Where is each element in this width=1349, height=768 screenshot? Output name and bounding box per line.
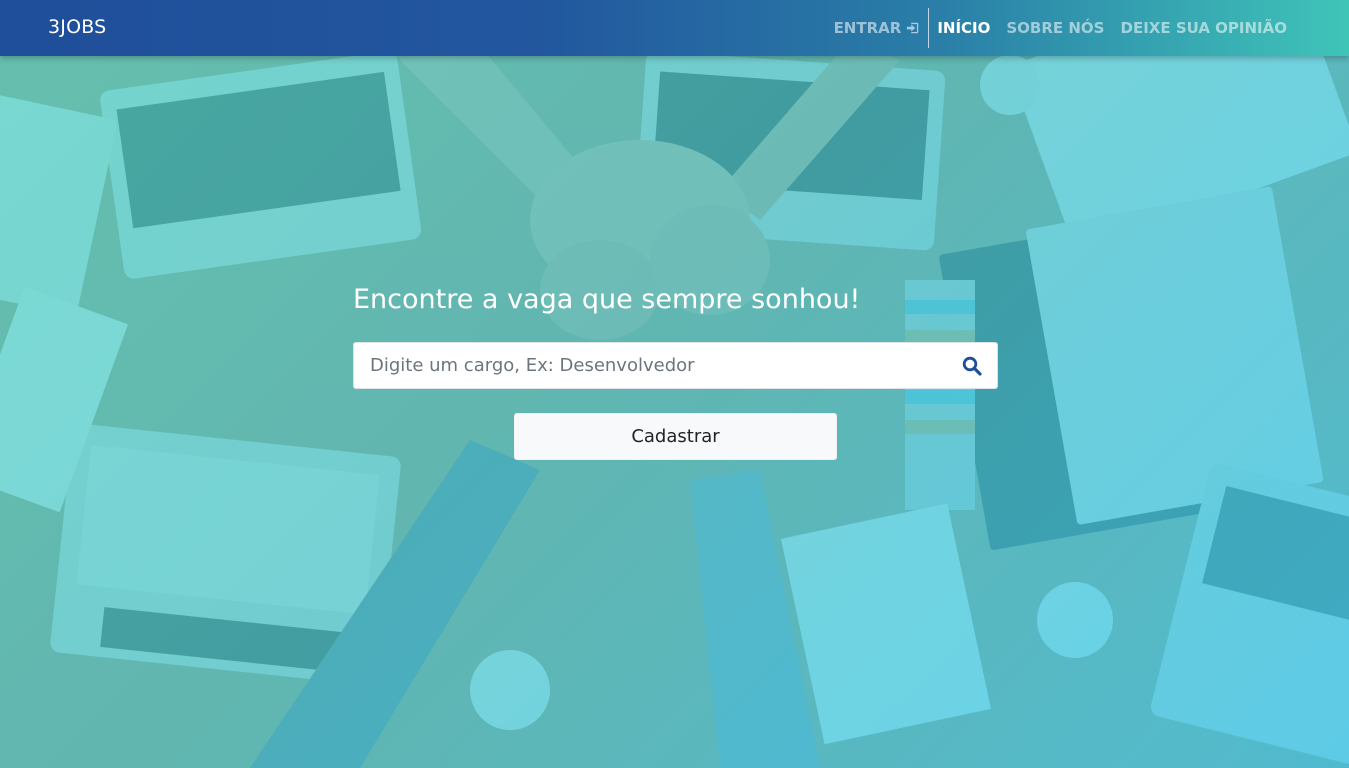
page: 3JOBS ENTRAR INÍCIO SOBRE NÓS DEIXE SUA …: [0, 0, 1349, 768]
job-search-input[interactable]: [354, 343, 944, 388]
nav-link-deixe-sua-opiniao[interactable]: DEIXE SUA OPINIÃO: [1113, 19, 1296, 37]
sign-in-icon: [907, 22, 919, 34]
login-label: ENTRAR: [833, 19, 902, 37]
nav-links: ENTRAR INÍCIO SOBRE NÓS DEIXE SUA OPINIÃ…: [826, 0, 1295, 56]
hero-headline: Encontre a vaga que sempre sonhou!: [353, 284, 861, 315]
nav-link-sobre-nos[interactable]: SOBRE NÓS: [998, 19, 1112, 37]
top-navbar: 3JOBS ENTRAR INÍCIO SOBRE NÓS DEIXE SUA …: [0, 0, 1349, 56]
nav-link-inicio[interactable]: INÍCIO: [929, 19, 998, 37]
brand-logo-link[interactable]: 3JOBS: [48, 16, 106, 38]
hero-content: Encontre a vaga que sempre sonhou! Cadas…: [353, 280, 998, 460]
register-button[interactable]: Cadastrar: [514, 413, 837, 460]
login-link[interactable]: ENTRAR: [826, 19, 929, 37]
search-icon[interactable]: [962, 356, 982, 376]
job-search-box: [353, 342, 998, 389]
